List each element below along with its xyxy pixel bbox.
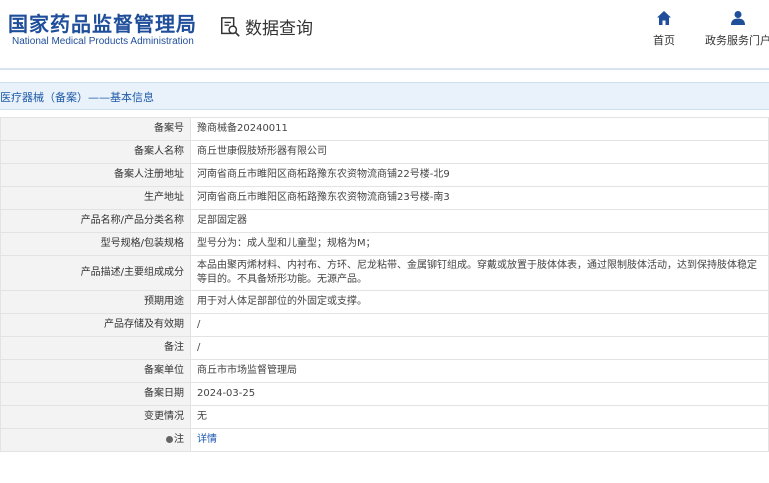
field-value: 河南省商丘市睢阳区商柘路豫东农资物流商铺23号楼-南3 bbox=[190, 186, 769, 210]
field-value: 河南省商丘市睢阳区商柘路豫东农资物流商铺22号楼-北9 bbox=[190, 163, 769, 187]
field-label: 备案人注册地址 bbox=[0, 163, 191, 187]
table-row: 备案人注册地址 河南省商丘市睢阳区商柘路豫东农资物流商铺22号楼-北9 bbox=[0, 163, 769, 187]
header-divider bbox=[0, 68, 769, 70]
table-row: 备注 / bbox=[0, 336, 769, 360]
record-detail-table: 备案号 豫商械备20240011 备案人名称 商丘世康假肢矫形器有限公司 备案人… bbox=[0, 117, 769, 452]
field-label: 注 bbox=[0, 428, 191, 452]
table-row: 变更情况 无 bbox=[0, 405, 769, 429]
field-value: / bbox=[190, 336, 769, 360]
breadcrumb: 医疗器械（备案）——基本信息 bbox=[0, 91, 154, 104]
nav-portal-label: 政务服务门户 bbox=[705, 34, 769, 47]
table-row: 生产地址 河南省商丘市睢阳区商柘路豫东农资物流商铺23号楼-南3 bbox=[0, 186, 769, 210]
field-label: 变更情况 bbox=[0, 405, 191, 429]
table-row: 产品名称/产品分类名称 足部固定器 bbox=[0, 209, 769, 233]
site-header: 国家药品监督管理局 National Medical Products Admi… bbox=[0, 0, 769, 60]
field-value: 型号分为：成人型和儿童型；规格为M； bbox=[190, 232, 769, 256]
field-value: 商丘市市场监督管理局 bbox=[190, 359, 769, 383]
field-value: 本品由聚丙烯材料、内衬布、方环、尼龙粘带、金属铆钉组成。穿戴或放置于肢体体表，通… bbox=[190, 255, 769, 291]
field-value: 2024-03-25 bbox=[190, 382, 769, 406]
table-row: 预期用途 用于对人体足部部位的外固定或支撑。 bbox=[0, 290, 769, 314]
table-row: 备案人名称 商丘世康假肢矫形器有限公司 bbox=[0, 140, 769, 164]
field-label: 备案日期 bbox=[0, 382, 191, 406]
table-row: 产品存储及有效期 / bbox=[0, 313, 769, 337]
field-label: 预期用途 bbox=[0, 290, 191, 314]
details-link[interactable]: 详情 bbox=[197, 434, 217, 445]
table-row: 备案单位 商丘市市场监督管理局 bbox=[0, 359, 769, 383]
table-row: 型号规格/包装规格 型号分为：成人型和儿童型；规格为M； bbox=[0, 232, 769, 256]
field-label: 备案人名称 bbox=[0, 140, 191, 164]
query-title-text: 数据查询 bbox=[245, 19, 313, 39]
breadcrumb-bar: 医疗器械（备案）——基本信息 bbox=[0, 82, 769, 110]
agency-name-en[interactable]: National Medical Products Administration bbox=[12, 36, 194, 47]
field-value: 详情 bbox=[190, 428, 769, 452]
field-label: 产品描述/主要组成成分 bbox=[0, 255, 191, 291]
field-value: / bbox=[190, 313, 769, 337]
field-label: 型号规格/包装规格 bbox=[0, 232, 191, 256]
field-label: 备注 bbox=[0, 336, 191, 360]
data-query-title: 数据查询 bbox=[219, 14, 313, 39]
user-icon bbox=[731, 11, 745, 25]
field-value: 豫商械备20240011 bbox=[190, 117, 769, 141]
field-value: 用于对人体足部部位的外固定或支撑。 bbox=[190, 290, 769, 314]
info-icon bbox=[166, 435, 173, 443]
field-label: 生产地址 bbox=[0, 186, 191, 210]
table-row: 注 详情 bbox=[0, 428, 769, 452]
nav-home-label: 首页 bbox=[653, 34, 675, 47]
field-value: 商丘世康假肢矫形器有限公司 bbox=[190, 140, 769, 164]
document-search-icon bbox=[221, 16, 240, 37]
field-label: 产品名称/产品分类名称 bbox=[0, 209, 191, 233]
agency-name-cn[interactable]: 国家药品监督管理局 bbox=[8, 8, 197, 37]
table-row: 备案号 豫商械备20240011 bbox=[0, 117, 769, 141]
field-value: 足部固定器 bbox=[190, 209, 769, 233]
field-label: 备案单位 bbox=[0, 359, 191, 383]
note-label: 注 bbox=[174, 434, 184, 445]
table-row: 产品描述/主要组成成分 本品由聚丙烯材料、内衬布、方环、尼龙粘带、金属铆钉组成。… bbox=[0, 255, 769, 291]
nav-service-portal[interactable]: 政务服务门户 bbox=[705, 10, 769, 48]
field-label: 备案号 bbox=[0, 117, 191, 141]
nav-home[interactable]: 首页 bbox=[653, 10, 675, 48]
table-row: 备案日期 2024-03-25 bbox=[0, 382, 769, 406]
home-icon bbox=[657, 11, 671, 25]
field-label: 产品存储及有效期 bbox=[0, 313, 191, 337]
field-value: 无 bbox=[190, 405, 769, 429]
